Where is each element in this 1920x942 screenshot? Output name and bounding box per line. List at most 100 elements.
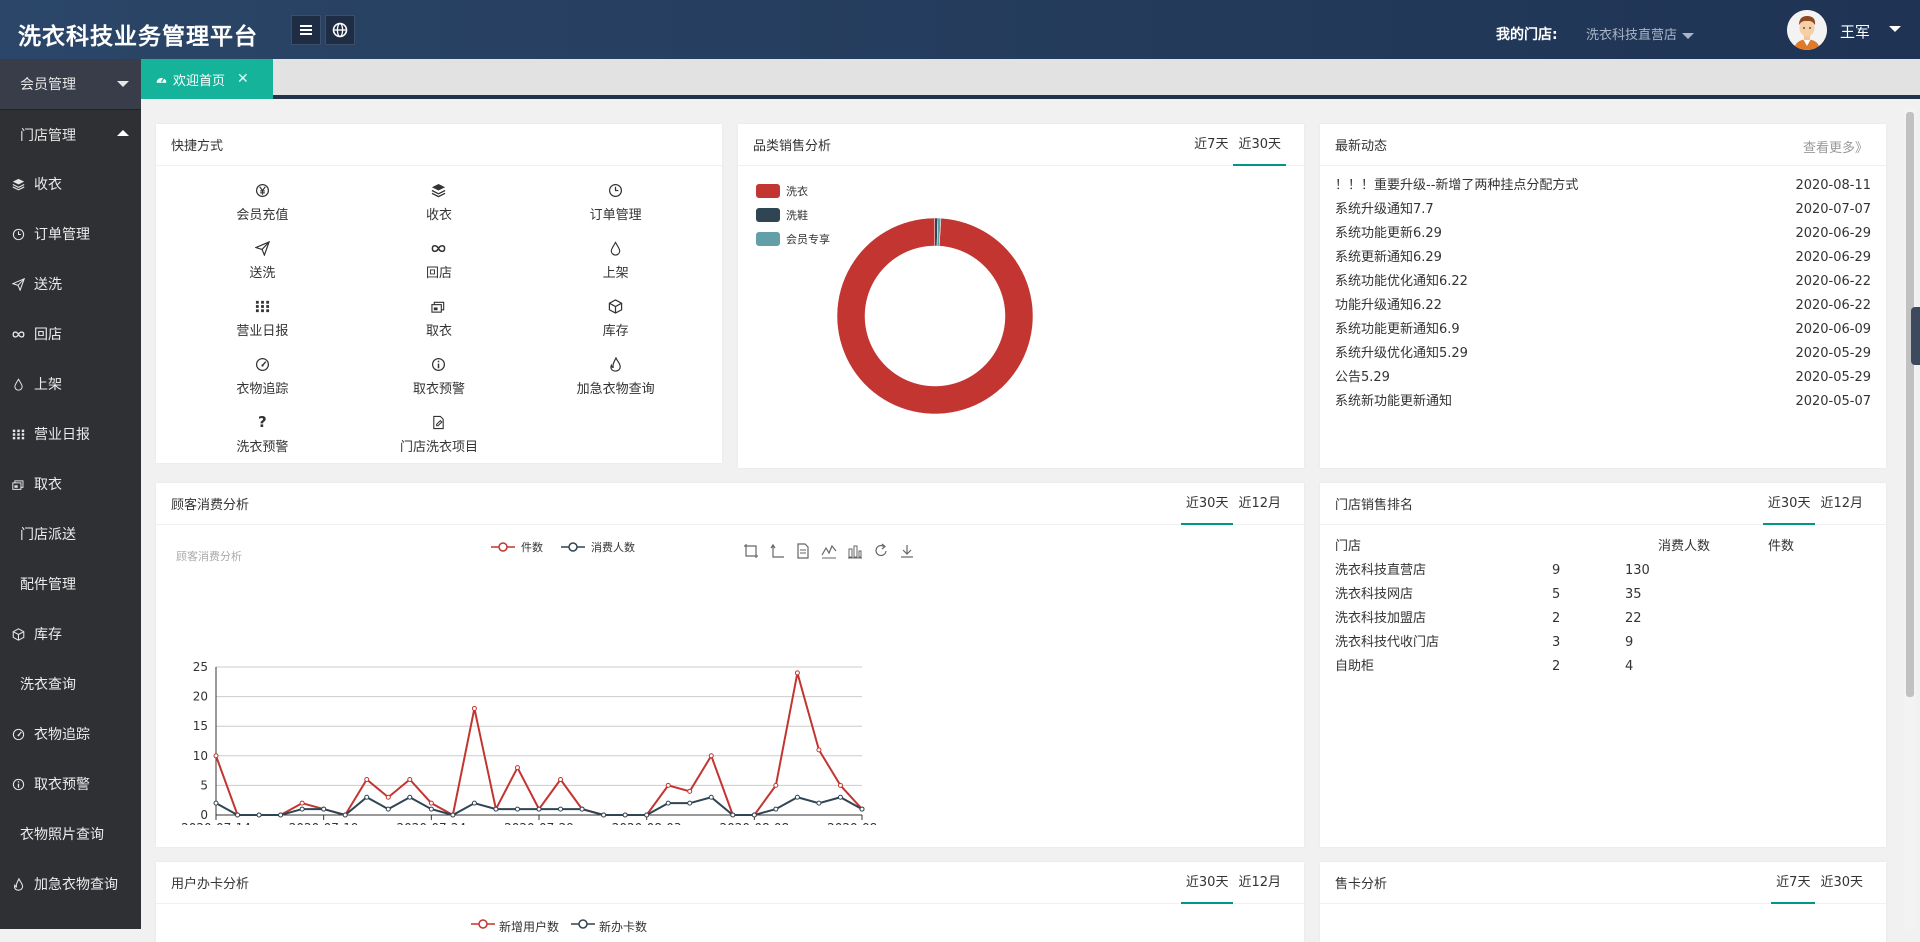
download-icon[interactable] — [899, 543, 915, 559]
data-point[interactable] — [342, 812, 348, 818]
category-tab-30d[interactable]: 近30天 — [1233, 124, 1286, 166]
sidebar-item[interactable]: 营业日报 — [0, 409, 141, 459]
data-point[interactable] — [407, 776, 413, 782]
category-tab-7d[interactable]: 近7天 — [1189, 124, 1233, 166]
sidebar-group-member[interactable]: 会员管理 — [0, 59, 141, 109]
news-item[interactable]: 系统功能更新6.29 2020-06-29 — [1335, 222, 1871, 246]
data-point[interactable] — [213, 753, 219, 759]
quick-item[interactable]: 取衣 — [351, 290, 528, 348]
data-point[interactable] — [321, 806, 327, 812]
sidebar-item[interactable]: 取衣预警 — [0, 759, 141, 809]
sidebar-item[interactable]: 配件管理 — [0, 559, 141, 609]
quick-item[interactable]: 回店 — [351, 232, 528, 290]
quick-item[interactable]: 上架 — [527, 232, 704, 290]
quick-item[interactable]: 订单管理 — [527, 174, 704, 232]
data-point[interactable] — [644, 812, 650, 818]
tab-welcome[interactable]: 欢迎首页 ✕ — [141, 59, 273, 99]
news-item[interactable]: 功能升级通知6.22 2020-06-22 — [1335, 294, 1871, 318]
data-point[interactable] — [428, 800, 434, 806]
quick-item[interactable]: 加急衣物查询 — [527, 348, 704, 406]
data-point[interactable] — [859, 806, 865, 812]
sidebar-item[interactable]: 收衣 — [0, 159, 141, 209]
legend-item[interactable]: 会员专享 — [756, 227, 830, 251]
data-point[interactable] — [665, 800, 671, 806]
store-selector[interactable]: 洗衣科技直营店 — [1586, 24, 1695, 43]
quick-item[interactable]: 衣物追踪 — [174, 348, 351, 406]
sidebar-item[interactable]: 订单管理 — [0, 209, 141, 259]
quick-item[interactable]: 收衣 — [351, 174, 528, 232]
globe-button[interactable] — [325, 15, 355, 45]
data-point[interactable] — [622, 812, 628, 818]
side-panel-handle[interactable] — [1911, 307, 1920, 365]
sidebar-item[interactable]: 衣物照片查询 — [0, 809, 141, 859]
sidebar-item[interactable]: 加急衣物查询 — [0, 859, 141, 909]
ranking-tab-30d[interactable]: 近30天 — [1762, 483, 1816, 525]
data-point[interactable] — [816, 747, 822, 753]
data-point[interactable] — [773, 782, 779, 788]
news-item[interactable]: 系统功能更新通知6.9 2020-06-09 — [1335, 318, 1871, 342]
data-point[interactable] — [665, 782, 671, 788]
sidebar-item[interactable]: 门店派送 — [0, 509, 141, 559]
data-point[interactable] — [385, 806, 391, 812]
data-point[interactable] — [708, 794, 714, 800]
news-item[interactable]: 系统功能优化通知6.22 2020-06-22 — [1335, 270, 1871, 294]
user-name[interactable]: 王军 — [1840, 21, 1870, 42]
sidebar-item[interactable]: 衣物追踪 — [0, 709, 141, 759]
sidebar-item[interactable]: 洗衣查询 — [0, 659, 141, 709]
data-point[interactable] — [493, 806, 499, 812]
data-point[interactable] — [299, 806, 305, 812]
news-item[interactable]: 系统升级优化通知5.29 2020-05-29 — [1335, 342, 1871, 366]
data-point[interactable] — [471, 705, 477, 711]
data-point[interactable] — [708, 753, 714, 759]
quick-item[interactable]: 营业日报 — [174, 290, 351, 348]
quick-item[interactable]: 门店洗衣项目 — [351, 406, 528, 464]
news-item[interactable]: 系统新功能更新通知 2020-05-07 — [1335, 390, 1871, 414]
user-menu-chevron-icon[interactable] — [1889, 26, 1901, 32]
data-point[interactable] — [579, 806, 585, 812]
data-point[interactable] — [514, 765, 520, 771]
card-sale-tab-7d[interactable]: 近7天 — [1771, 862, 1816, 904]
data-point[interactable] — [730, 812, 736, 818]
data-point[interactable] — [837, 782, 843, 788]
data-point[interactable] — [213, 800, 219, 806]
quick-item[interactable]: 会员充值 — [174, 174, 351, 232]
sidebar-item[interactable]: 库存 — [0, 609, 141, 659]
legend-item[interactable]: 洗衣 — [756, 179, 830, 203]
data-point[interactable] — [687, 800, 693, 806]
customer-tab-12m[interactable]: 近12月 — [1233, 483, 1286, 525]
data-point[interactable] — [407, 794, 413, 800]
data-point[interactable] — [364, 776, 370, 782]
news-item[interactable]: 公告5.29 2020-05-29 — [1335, 366, 1871, 390]
data-point[interactable] — [450, 812, 456, 818]
data-point[interactable] — [235, 812, 241, 818]
data-point[interactable] — [751, 812, 757, 818]
quick-item[interactable]: 送洗 — [174, 232, 351, 290]
card-analysis-tab-30d[interactable]: 近30天 — [1180, 862, 1234, 904]
quick-item[interactable]: ? 洗衣预警 — [174, 406, 351, 464]
sidebar-item[interactable]: 送洗 — [0, 259, 141, 309]
data-point[interactable] — [794, 670, 800, 676]
data-point[interactable] — [558, 776, 564, 782]
data-point[interactable] — [471, 800, 477, 806]
quick-item[interactable]: 取衣预警 — [351, 348, 528, 406]
data-point[interactable] — [278, 812, 284, 818]
sidebar-item[interactable]: 回店 — [0, 309, 141, 359]
card-sale-tab-30d[interactable]: 近30天 — [1815, 862, 1868, 904]
series-line[interactable] — [215, 672, 863, 817]
news-item[interactable]: 系统更新通知6.29 2020-06-29 — [1335, 246, 1871, 270]
data-point[interactable] — [687, 788, 693, 794]
close-icon[interactable]: ✕ — [237, 71, 249, 87]
news-item[interactable]: ！！！重要升级--新增了两种挂点分配方式 2020-08-11 — [1335, 174, 1871, 198]
avatar[interactable] — [1787, 10, 1827, 50]
legend-item[interactable]: 洗鞋 — [756, 203, 830, 227]
data-point[interactable] — [428, 806, 434, 812]
news-item[interactable]: 系统升级通知7.7 2020-07-07 — [1335, 198, 1871, 222]
sidebar-item[interactable]: 上架 — [0, 359, 141, 409]
data-point[interactable] — [837, 794, 843, 800]
data-point[interactable] — [536, 806, 542, 812]
sidebar-group-store[interactable]: 门店管理 — [0, 109, 141, 159]
data-point[interactable] — [256, 812, 262, 818]
customer-tab-30d[interactable]: 近30天 — [1180, 483, 1234, 525]
donut-slice[interactable] — [836, 217, 1034, 415]
ranking-tab-12m[interactable]: 近12月 — [1815, 483, 1868, 525]
